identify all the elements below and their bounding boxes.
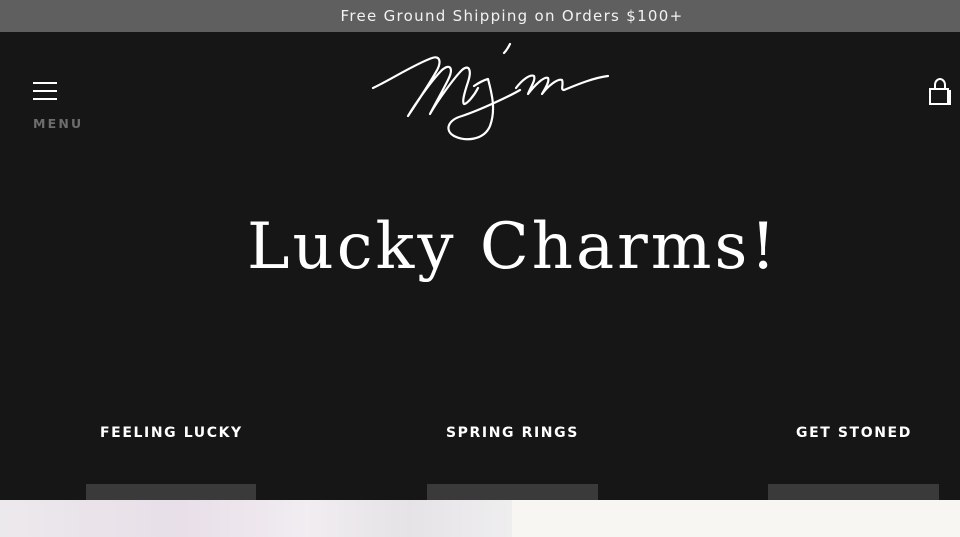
menu-label: MENU [33, 116, 84, 131]
product-image-left[interactable] [0, 500, 512, 537]
hero-title: Lucky Charms! [246, 210, 780, 284]
collection-link-feeling-lucky[interactable]: FEELING LUCKY [100, 425, 243, 441]
product-image-right[interactable] [512, 500, 960, 537]
menu-button[interactable]: MENU [33, 82, 93, 134]
announcement-text: Free Ground Shipping on Orders $100+ [340, 7, 684, 25]
collection-link-get-stoned[interactable]: GET STONED [796, 425, 912, 441]
collection-tab-get-stoned[interactable] [768, 484, 939, 500]
announcement-bar: Free Ground Shipping on Orders $100+ [0, 0, 960, 32]
hamburger-menu-icon [33, 82, 57, 100]
collection-tab-feeling-lucky[interactable] [86, 484, 256, 500]
mjm-signature-logo[interactable] [370, 40, 612, 144]
collection-link-spring-rings[interactable]: SPRING RINGS [446, 425, 579, 441]
collection-tab-spring-rings[interactable] [427, 484, 598, 500]
shopping-bag-icon[interactable] [928, 77, 952, 108]
